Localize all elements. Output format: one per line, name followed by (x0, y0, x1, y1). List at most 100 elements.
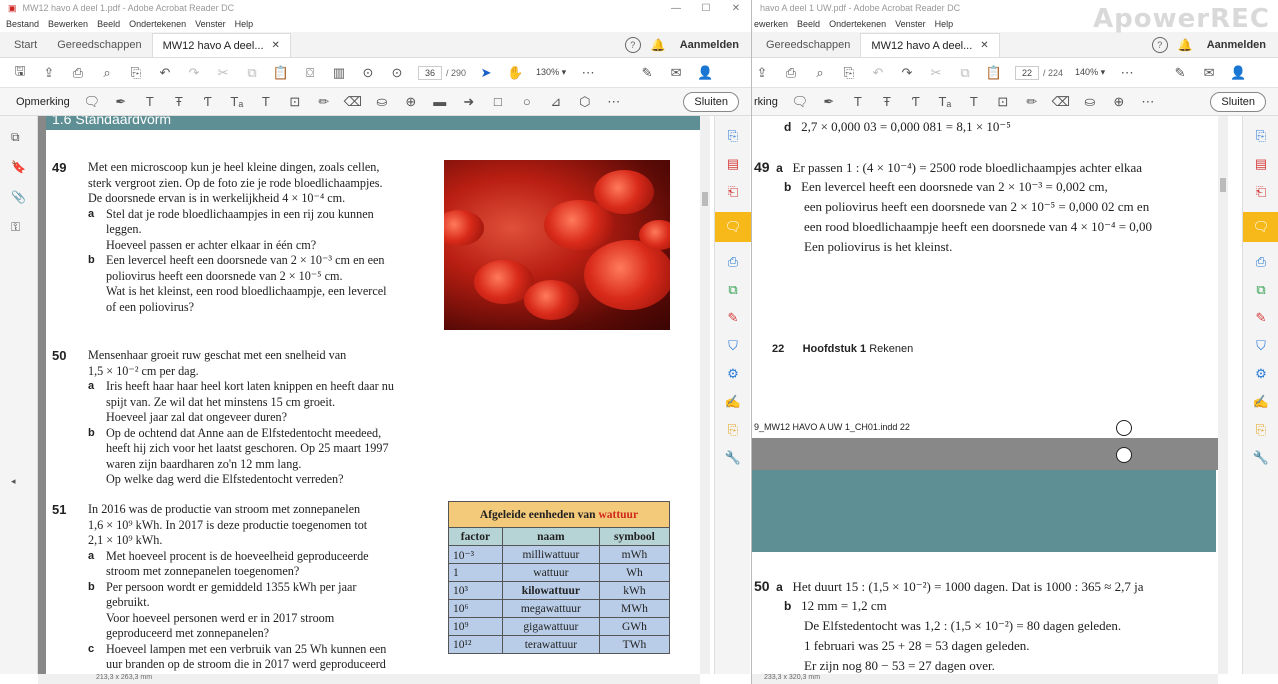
search-icon[interactable]: ⌕ (99, 65, 115, 81)
arrow-icon[interactable]: ➜ (461, 94, 477, 110)
bell-icon[interactable]: 🔔 (651, 38, 666, 52)
request-signature-icon[interactable]: ✍ (725, 394, 741, 410)
menu-bewerken[interactable]: Bewerken (48, 19, 88, 29)
attach-icon[interactable]: ⊕ (1111, 94, 1127, 110)
line-icon[interactable]: ▬ (432, 94, 448, 110)
sign-icon[interactable]: ✎ (1172, 65, 1188, 81)
login-button[interactable]: Aanmelden (1207, 39, 1266, 51)
collapse-left-icon[interactable]: ◂ (11, 476, 27, 492)
redo-icon[interactable]: ↷ (899, 65, 915, 81)
vertical-scrollbar[interactable] (700, 116, 710, 674)
protect-icon[interactable]: ⛉ (1253, 338, 1269, 354)
page-up-icon[interactable]: ⊙ (360, 65, 376, 81)
strikethrough-icon[interactable]: Ŧ (171, 94, 187, 110)
help-icon[interactable]: ? (624, 37, 641, 53)
close-comment-button[interactable]: Sluiten (683, 91, 739, 112)
optimize-icon[interactable]: ⚙ (725, 366, 741, 382)
sign-icon[interactable]: ✎ (639, 65, 655, 81)
send-review-icon[interactable]: ⎘ (725, 422, 741, 438)
hand-tool-icon[interactable]: ✋ (507, 65, 523, 81)
share-icon[interactable]: ⎘ (128, 65, 144, 81)
protect-icon[interactable]: ⛉ (725, 338, 741, 354)
add-user-icon[interactable]: 👤 (697, 65, 713, 81)
close-tab-icon[interactable]: ✕ (272, 40, 280, 51)
close-comment-button[interactable]: Sluiten (1210, 91, 1266, 112)
more-tools-icon[interactable]: ⋯ (606, 94, 622, 110)
add-user-icon[interactable]: 👤 (1230, 65, 1246, 81)
mail-icon[interactable]: ✉ (1201, 65, 1217, 81)
pencil-icon[interactable]: ✏ (316, 94, 332, 110)
replace-text-icon[interactable]: Ƭ (200, 94, 216, 110)
undo-icon[interactable]: ↶ (157, 65, 173, 81)
fill-sign-icon[interactable]: ⎙ (725, 254, 741, 270)
copy-icon[interactable]: ⧉ (244, 65, 260, 81)
tab-start[interactable]: Start (4, 33, 47, 57)
tab-tools[interactable]: Gereedschappen (47, 33, 151, 57)
sticky-note-icon[interactable]: 🗨 (84, 94, 101, 110)
tab-tools[interactable]: Gereedschappen (756, 33, 860, 57)
attachment-icon[interactable]: 📎 (11, 190, 27, 206)
signatures-icon[interactable]: ⚿ (11, 220, 27, 236)
save-icon[interactable]: 🖫 (12, 63, 28, 81)
polygon-icon[interactable]: ⬡ (577, 94, 593, 110)
zoom-select[interactable]: 140% ▾ (1075, 67, 1105, 78)
menu-help[interactable]: Help (235, 19, 254, 29)
attach-icon[interactable]: ⊕ (403, 94, 419, 110)
help-icon[interactable]: ? (1151, 37, 1168, 53)
bell-icon[interactable]: 🔔 (1178, 38, 1193, 52)
stamp-icon[interactable]: ▥ (331, 65, 347, 81)
circle-icon[interactable]: ○ (519, 94, 535, 110)
menu-bestand[interactable]: Bestand (6, 19, 39, 29)
text-underline-icon[interactable]: T (142, 94, 158, 110)
menu-ondertekenen[interactable]: Ondertekenen (829, 19, 886, 29)
request-signature-icon[interactable]: ✍ (1253, 394, 1269, 410)
strikethrough-icon[interactable]: Ŧ (879, 94, 895, 110)
vertical-scrollbar[interactable] (1218, 116, 1228, 674)
create-pdf-icon[interactable]: ⎘ (1253, 128, 1269, 144)
share-icon[interactable]: ⎘ (841, 65, 857, 81)
organize-pages-icon[interactable]: ⧉ (1253, 282, 1269, 298)
cut-icon[interactable]: ✂ (928, 65, 944, 81)
menu-beeld[interactable]: Beeld (97, 19, 120, 29)
replace-text-icon[interactable]: Ƭ (908, 94, 924, 110)
export-pdf-icon[interactable]: ⎗ (725, 184, 741, 200)
menu-venster[interactable]: Venster (895, 19, 926, 29)
export-pdf-icon[interactable]: ⎗ (1253, 184, 1269, 200)
highlight-icon[interactable]: ✒ (113, 94, 129, 110)
textbox-icon[interactable]: ⊡ (995, 94, 1011, 110)
add-text-icon[interactable]: T (966, 94, 982, 110)
login-button[interactable]: Aanmelden (680, 39, 739, 51)
clipboard-icon[interactable]: 📋 (986, 65, 1002, 81)
more-icon[interactable]: ⋯ (1119, 65, 1135, 81)
scroll-thumb[interactable] (1220, 178, 1226, 192)
page-number-input[interactable]: 22 (1015, 65, 1040, 80)
more-tools-icon[interactable]: 🔧 (725, 450, 741, 466)
tab-document[interactable]: MW12 havo A deel... ✕ (860, 33, 1000, 57)
select-cursor-icon[interactable]: ➤ (478, 65, 494, 81)
menu-venster[interactable]: Venster (195, 19, 226, 29)
undo-icon[interactable]: ↶ (870, 65, 886, 81)
menu-bewerken[interactable]: ewerken (754, 19, 788, 29)
redo-icon[interactable]: ↷ (186, 65, 202, 81)
edit-pdf-icon[interactable]: ✎ (725, 310, 741, 326)
snapshot-icon[interactable]: ⌼ (302, 65, 318, 81)
search-icon[interactable]: ⌕ (812, 65, 828, 81)
pages-icon[interactable]: ⧉ (11, 130, 27, 146)
highlight-icon[interactable]: ✒ (821, 94, 837, 110)
sticky-note-icon[interactable]: 🗨 (792, 94, 809, 110)
more-tools-icon[interactable]: ⋯ (1140, 94, 1156, 110)
copy-icon[interactable]: ⧉ (957, 65, 973, 81)
menu-beeld[interactable]: Beeld (797, 19, 820, 29)
polyline-icon[interactable]: ⊿ (548, 94, 564, 110)
text-underline-icon[interactable]: T (850, 94, 866, 110)
pencil-icon[interactable]: ✏ (1024, 94, 1040, 110)
insert-text-icon[interactable]: Tₐ (229, 94, 245, 110)
eraser-icon[interactable]: ⌫ (344, 94, 362, 110)
menu-help[interactable]: Help (935, 19, 954, 29)
minimize-button[interactable]: — (661, 3, 691, 14)
combine-files-icon[interactable]: ▤ (1253, 156, 1269, 172)
eraser-icon[interactable]: ⌫ (1052, 94, 1070, 110)
fill-sign-icon[interactable]: ⎙ (1253, 254, 1269, 270)
menu-ondertekenen[interactable]: Ondertekenen (129, 19, 186, 29)
tab-document[interactable]: MW12 havo A deel... ✕ (151, 33, 291, 57)
